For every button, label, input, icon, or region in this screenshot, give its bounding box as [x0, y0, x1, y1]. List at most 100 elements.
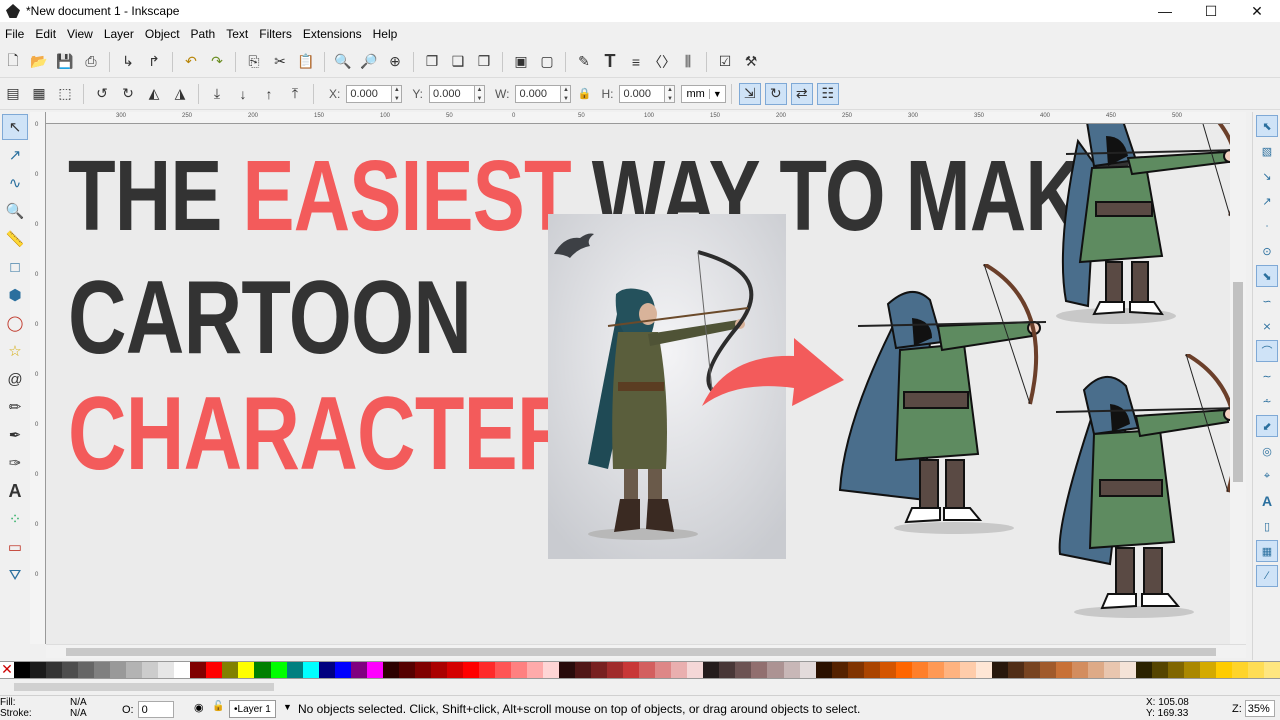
palette-swatch[interactable]	[815, 662, 832, 678]
lower-bottom-icon[interactable]: ⤓	[206, 83, 228, 105]
horizontal-scrollbar[interactable]	[46, 644, 1246, 658]
ellipse-tool-icon[interactable]: ◯	[2, 310, 28, 336]
deselect-icon[interactable]: ⬚	[54, 83, 76, 105]
palette-swatch[interactable]	[126, 662, 143, 678]
align-distribute-icon[interactable]: ⫼	[677, 51, 699, 73]
palette-swatch[interactable]	[767, 662, 784, 678]
cartoon-archer-3[interactable]	[1050, 354, 1230, 620]
snap-bbox-center-icon[interactable]: ⊙	[1256, 240, 1278, 262]
star-tool-icon[interactable]: ☆	[2, 338, 28, 364]
menu-file[interactable]: File	[0, 27, 30, 41]
x-spinner[interactable]: ▲ ▼	[392, 84, 403, 103]
palette-swatch[interactable]	[270, 662, 287, 678]
palette-swatch[interactable]	[142, 662, 159, 678]
menu-object[interactable]: Object	[140, 27, 186, 41]
palette-swatch[interactable]	[703, 662, 720, 678]
save-icon[interactable]: 💾	[54, 51, 76, 73]
palette-swatch[interactable]	[430, 662, 447, 678]
snap-others-icon[interactable]: ⬋	[1256, 415, 1278, 437]
palette-swatch[interactable]	[350, 662, 367, 678]
palette-swatch[interactable]	[1072, 662, 1089, 678]
palette-swatch[interactable]	[1232, 662, 1249, 678]
opacity-input[interactable]	[137, 701, 174, 718]
palette-swatch[interactable]	[863, 662, 880, 678]
copy-icon[interactable]: ⎘	[243, 51, 265, 73]
palette-swatch[interactable]	[559, 662, 576, 678]
zoom-tool-icon[interactable]: 🔍	[2, 198, 28, 224]
snap-bbox-edge-icon[interactable]: ↘	[1256, 165, 1278, 187]
palette-swatch[interactable]	[1264, 662, 1280, 678]
snap-bbox-icon[interactable]: ▧	[1256, 140, 1278, 162]
menu-extensions[interactable]: Extensions	[298, 27, 368, 41]
vertical-scrollbar[interactable]	[1230, 112, 1246, 644]
palette-swatch[interactable]	[30, 662, 47, 678]
unit-select[interactable]: mm ▼	[681, 84, 726, 103]
duplicate-icon[interactable]: ❐	[421, 51, 443, 73]
cut-icon[interactable]: ✂	[269, 51, 291, 73]
palette-swatch[interactable]	[943, 662, 960, 678]
eye-icon[interactable]: ◉	[194, 701, 204, 714]
palette-swatch[interactable]	[1104, 662, 1121, 678]
menu-path[interactable]: Path	[186, 27, 222, 41]
menu-edit[interactable]: Edit	[30, 27, 62, 41]
snap-paths-icon[interactable]: ∽	[1256, 290, 1278, 312]
palette-swatch[interactable]	[206, 662, 223, 678]
palette-swatch[interactable]	[1248, 662, 1265, 678]
snap-nodes-icon[interactable]: ⬊	[1256, 265, 1278, 287]
y-input[interactable]	[429, 84, 476, 103]
palette-swatch[interactable]	[591, 662, 608, 678]
fill-value[interactable]: N/A	[70, 697, 87, 708]
calligraphy-tool-icon[interactable]: ✑	[2, 450, 28, 476]
h-spinner[interactable]: ▲ ▼	[665, 84, 676, 103]
menu-text[interactable]: Text	[221, 27, 254, 41]
palette-swatch[interactable]	[783, 662, 800, 678]
select-all-icon[interactable]: ▤	[2, 83, 24, 105]
palette-swatch[interactable]	[911, 662, 928, 678]
palette-swatch[interactable]	[94, 662, 111, 678]
palette-swatch[interactable]	[687, 662, 704, 678]
move-patterns-icon[interactable]: ☷	[816, 82, 839, 105]
close-button[interactable]: ✕	[1234, 0, 1280, 22]
lock-icon[interactable]: 🔓	[212, 701, 224, 712]
palette-scrollbar[interactable]	[0, 680, 1280, 694]
undo-icon[interactable]: ↶	[180, 51, 202, 73]
w-spinner[interactable]: ▲ ▼	[561, 84, 572, 103]
w-input[interactable]	[515, 84, 562, 103]
3d-box-tool-icon[interactable]: ⬢	[2, 282, 28, 308]
selector-tool-icon[interactable]: ↖	[2, 114, 28, 140]
eraser-tool-icon[interactable]: ▭	[2, 534, 28, 560]
snap-bbox-midpoint-icon[interactable]: ∙	[1256, 215, 1278, 237]
scale-stroke-icon[interactable]: ⇲	[738, 82, 761, 105]
palette-swatch[interactable]	[78, 662, 95, 678]
palette-swatch[interactable]	[334, 662, 351, 678]
snap-page-border-icon[interactable]: ▯	[1256, 515, 1278, 537]
palette-swatch[interactable]	[527, 662, 544, 678]
menu-layer[interactable]: Layer	[99, 27, 140, 41]
print-icon[interactable]: ⎙	[80, 51, 102, 73]
layers-icon[interactable]: ≡	[625, 51, 647, 73]
palette-swatch[interactable]	[1088, 662, 1105, 678]
minimize-button[interactable]: —	[1142, 0, 1188, 22]
vertical-scroll-thumb[interactable]	[1233, 282, 1243, 482]
horizontal-scroll-thumb[interactable]	[66, 648, 1216, 656]
rotate-ccw-icon[interactable]: ↺	[91, 83, 113, 105]
snap-toggle-icon[interactable]: ⬉	[1256, 115, 1278, 137]
h-input[interactable]	[619, 84, 666, 103]
palette-swatch[interactable]	[895, 662, 912, 678]
menu-filters[interactable]: Filters	[254, 27, 298, 41]
rotate-cw-icon[interactable]: ↻	[117, 83, 139, 105]
palette-swatch[interactable]	[190, 662, 207, 678]
palette-swatch[interactable]	[158, 662, 175, 678]
select-all-layers-icon[interactable]: ▦	[28, 83, 50, 105]
menu-view[interactable]: View	[62, 27, 99, 41]
ungroup-icon[interactable]: ▢	[536, 51, 558, 73]
palette-swatch[interactable]	[1007, 662, 1024, 678]
unlink-clone-icon[interactable]: ❒	[473, 51, 495, 73]
move-gradients-icon[interactable]: ⇄	[790, 82, 813, 105]
export-icon[interactable]: ↱	[143, 51, 165, 73]
palette-swatch[interactable]	[719, 662, 736, 678]
palette-swatch[interactable]	[46, 662, 63, 678]
spiral-tool-icon[interactable]: @	[2, 366, 28, 392]
paint-bucket-tool-icon[interactable]: ⛛	[2, 562, 28, 588]
pen-tool-icon[interactable]: ✒	[2, 422, 28, 448]
